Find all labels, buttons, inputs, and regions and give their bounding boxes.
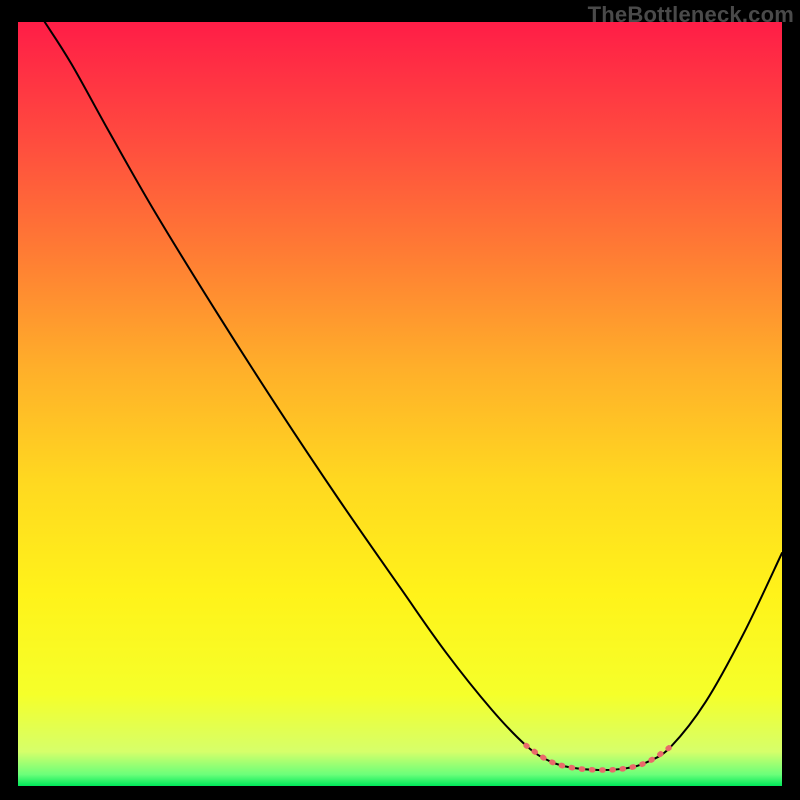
chart-frame bbox=[18, 22, 782, 786]
bottleneck-chart bbox=[18, 22, 782, 786]
gradient-background bbox=[18, 22, 782, 786]
